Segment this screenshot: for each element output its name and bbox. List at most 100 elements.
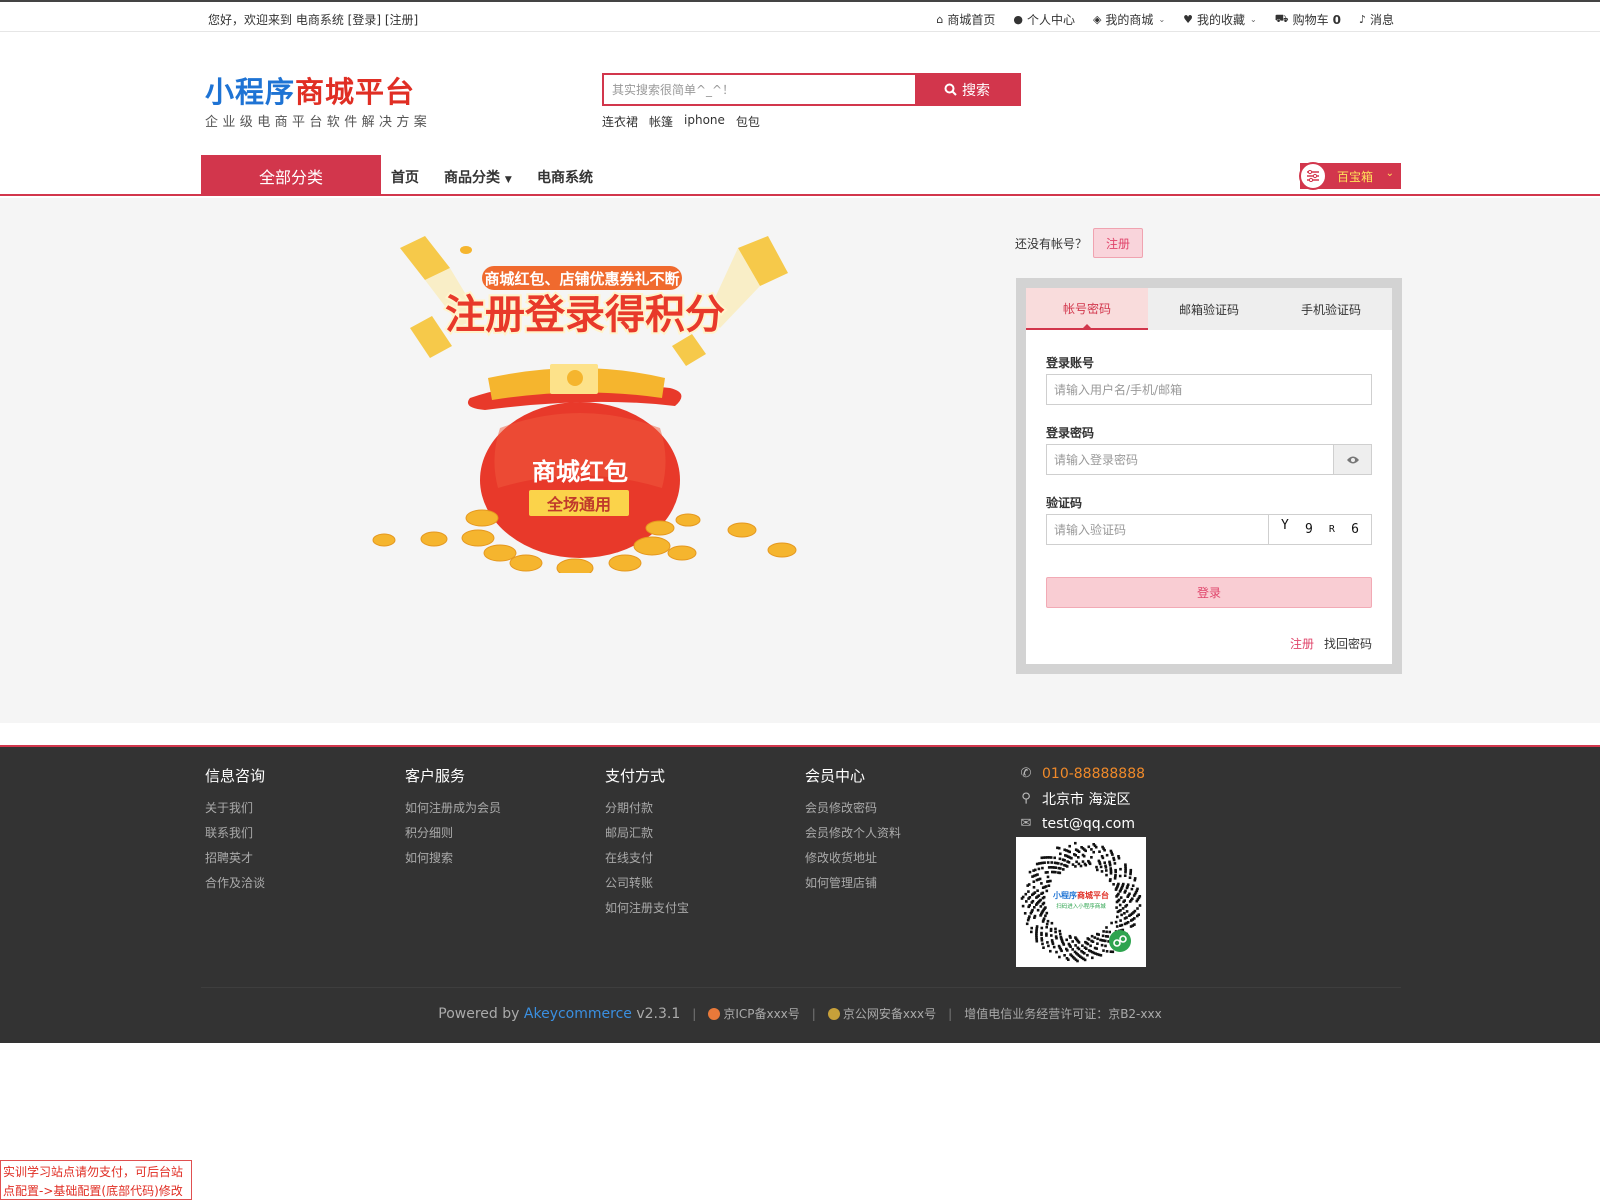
footer-link[interactable]: 会员修改个人资料 (805, 821, 901, 846)
hot-word-link[interactable]: 帐篷 (649, 113, 673, 130)
hot-word-link[interactable]: iphone (684, 113, 725, 130)
bag-title: 商城红包 (532, 458, 628, 486)
account-input[interactable] (1047, 375, 1371, 404)
footer-link[interactable]: 修改收货地址 (805, 846, 901, 871)
top-link-cart[interactable]: ⛟ 购物车 0 (1275, 11, 1341, 28)
contact-phone: 010-88888888 (1042, 765, 1146, 782)
police-link[interactable]: 京公网安备xxx号 (843, 1005, 936, 1022)
qr-code: 小程序商城平台 扫码进入小程序商城 (1016, 837, 1146, 967)
footer-link[interactable]: 关于我们 (205, 796, 265, 821)
password-label: 登录密码 (1046, 426, 1095, 440)
eye-icon[interactable] (1333, 445, 1371, 474)
version-text: v2.3.1 (636, 1005, 681, 1022)
captcha-char: R (1328, 524, 1335, 535)
footer-column-title: 会员中心 (805, 767, 866, 785)
top-link-label: 购物车 (1292, 13, 1329, 27)
footer-link[interactable]: 积分细则 (405, 821, 501, 846)
footer-link[interactable]: 合作及洽谈 (205, 871, 265, 896)
brand-link[interactable]: Akeycommerce (524, 1006, 632, 1022)
top-link-home[interactable]: ⌂ 商城首页 (936, 11, 995, 28)
footer-link[interactable]: 分期付款 (605, 796, 689, 821)
site-logo[interactable]: 小程序商城平台 企业级电商平台软件解决方案 (205, 74, 431, 130)
treasure-box-button[interactable]: 百宝箱 ⌄ (1299, 162, 1401, 190)
search-icon (944, 83, 957, 96)
login-panel: 帐号密码 邮箱验证码 手机验证码 登录账号 登录密码 验证码 Y 9 R 6 (1016, 278, 1402, 674)
user-icon: ● (1013, 13, 1023, 26)
captcha-label: 验证码 (1046, 496, 1083, 510)
captcha-image[interactable]: Y 9 R 6 (1268, 515, 1371, 544)
search-bar: 搜索 (602, 73, 1021, 106)
envelope-icon (672, 334, 706, 366)
footer-divider (201, 987, 1401, 988)
contact-email: test@qq.com (1042, 815, 1136, 832)
footer-column-title: 支付方式 (605, 767, 666, 785)
footer-link[interactable]: 如何管理店铺 (805, 871, 901, 896)
promo-subtitle: 商城红包、店铺优惠券礼不断 (484, 270, 679, 288)
all-categories-button[interactable]: 全部分类 (201, 155, 381, 196)
footer-column: 信息咨询 关于我们 联系我们 招聘英才 合作及洽谈 (205, 765, 265, 896)
footer-column: 客户服务如何注册成为会员 积分细则 如何搜索 (405, 765, 501, 871)
captcha-input[interactable] (1047, 515, 1268, 544)
powered-by-text: Powered by (438, 1005, 520, 1022)
contact-address: 北京市 海淀区 (1042, 791, 1131, 808)
chevron-down-icon: ⌄ (1158, 15, 1166, 24)
tab-account-password[interactable]: 帐号密码 (1026, 288, 1148, 330)
footer-link[interactable]: 邮局汇款 (605, 821, 689, 846)
tab-phone-code[interactable]: 手机验证码 (1270, 288, 1392, 330)
separator: | (811, 1006, 816, 1021)
footer-link[interactable]: 如何搜索 (405, 846, 501, 871)
nav-item-categories-label: 商品分类 (444, 170, 500, 186)
cube-icon: ◈ (1092, 13, 1102, 26)
top-link-bell[interactable]: ♪ 消息 (1359, 11, 1394, 28)
cart-icon: ⛟ (1274, 12, 1289, 25)
police-badge-icon (827, 1007, 840, 1020)
search-button[interactable]: 搜索 (915, 75, 1019, 104)
account-field (1046, 374, 1372, 405)
cart-count: 0 (1332, 12, 1341, 27)
search-input[interactable] (604, 75, 915, 104)
top-link-heart[interactable]: ♥ 我的收藏 ⌄ (1183, 11, 1257, 28)
footer-link[interactable]: 如何注册成为会员 (405, 796, 501, 821)
footer-link[interactable]: 在线支付 (605, 846, 689, 871)
login-submit-button[interactable]: 登录 (1046, 577, 1372, 608)
nav-item-home[interactable]: 首页 (391, 167, 419, 187)
hot-word-link[interactable]: 连衣裙 (602, 113, 638, 130)
separator: | (692, 1006, 697, 1021)
captcha-char: 9 (1304, 522, 1313, 537)
forgot-password-link[interactable]: 找回密码 (1324, 635, 1372, 652)
footer-link[interactable]: 公司转账 (605, 871, 689, 896)
footer-link[interactable]: 如何注册支付宝 (605, 896, 689, 921)
nav-item-categories[interactable]: 商品分类 ▼ (444, 167, 512, 187)
icp-link[interactable]: 京ICP备xxx号 (723, 1005, 799, 1022)
nav-item-ecommerce[interactable]: 电商系统 (537, 167, 593, 187)
qr-line: 扫码进入小程序商城 (1056, 902, 1106, 910)
hot-words: 连衣裙 帐篷 iphone 包包 (602, 113, 760, 130)
top-link-cube[interactable]: ◈ 我的商城 ⌄ (1093, 11, 1165, 28)
hot-word-link[interactable]: 包包 (736, 113, 760, 130)
logo-text-red: 商城平台 (295, 75, 416, 109)
top-link-user[interactable]: ● 个人中心 (1013, 11, 1075, 28)
welcome-text: 您好，欢迎来到 电商系统 [登录] [注册] (208, 11, 418, 28)
login-tabs: 帐号密码 邮箱验证码 手机验证码 (1026, 288, 1392, 330)
register-button[interactable]: 注册 (1093, 228, 1144, 258)
footer-link[interactable]: 招聘英才 (205, 846, 265, 871)
register-prompt: 还没有帐号？ 注册 (1015, 228, 1144, 258)
main-area: 商城红包、店铺优惠券礼不断 注册登录得积分 商城红包 全场通用 还没有帐号？ 注… (0, 198, 1600, 723)
logo-text-blue: 小程序 (205, 75, 296, 109)
phone-icon: ✆ (1020, 766, 1032, 781)
footer-link[interactable]: 会员修改密码 (805, 796, 901, 821)
footer-column-title: 客户服务 (405, 767, 466, 785)
heart-icon: ♥ (1183, 13, 1194, 26)
tab-email-code[interactable]: 邮箱验证码 (1148, 288, 1270, 330)
copyright-bar: Powered by Akeycommerce v2.3.1 | 京ICP备xx… (0, 1005, 1600, 1022)
training-notice: 实训学习站点请勿支付，可后台站点配置->基础配置(底部代码)修改 (0, 1160, 192, 1200)
no-account-text: 还没有帐号？ (1015, 236, 1088, 251)
register-link-bottom[interactable]: 注册 (1290, 635, 1314, 652)
contact-info: ✆ 010-88888888 ⚲ 北京市 海淀区 ✉ test@qq.com (1018, 761, 1145, 836)
login-link[interactable]: [登录] (348, 13, 381, 27)
qr-title-red: 商城平台 (1077, 890, 1109, 900)
password-input[interactable] (1047, 445, 1333, 474)
register-link[interactable]: [注册] (385, 13, 418, 27)
footer-column: 支付方式分期付款 邮局汇款 在线支付 公司转账 如何注册支付宝 (605, 765, 689, 921)
footer-link[interactable]: 联系我们 (205, 821, 265, 846)
